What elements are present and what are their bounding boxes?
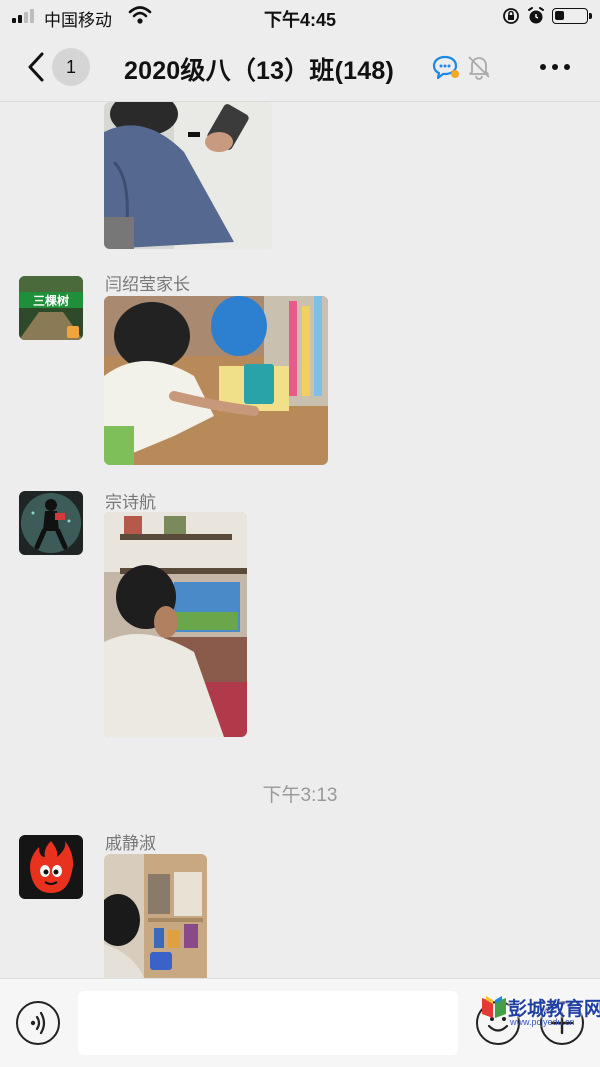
battery-icon xyxy=(552,8,592,24)
message-photo[interactable] xyxy=(104,296,328,465)
message-photo[interactable] xyxy=(104,512,247,737)
avatar[interactable]: 三棵树 xyxy=(19,276,83,340)
watermark-logo: 彭城教育网 www.pcjyedu.cn xyxy=(480,994,600,1034)
back-chevron-icon[interactable] xyxy=(22,50,52,84)
svg-text:三棵树: 三棵树 xyxy=(33,293,69,308)
more-dots-icon[interactable] xyxy=(538,64,572,72)
message-input[interactable] xyxy=(78,991,458,1055)
voice-icon xyxy=(30,1011,46,1035)
alarm-icon xyxy=(528,7,544,24)
watermark-book-icon xyxy=(482,996,506,1018)
sender-name: 戚静淑 xyxy=(105,834,156,853)
chat-title: 2020级八（13）班(148) xyxy=(124,57,394,85)
avatar[interactable] xyxy=(19,491,83,555)
mute-bell-icon xyxy=(468,56,490,80)
unread-count-badge[interactable]: 1 xyxy=(52,48,90,86)
message-photo[interactable] xyxy=(104,854,207,978)
avatar[interactable] xyxy=(19,835,83,899)
rotation-lock-icon xyxy=(503,8,519,24)
sender-name: 宗诗航 xyxy=(105,493,156,512)
chat-header: 1 2020级八（13）班(148) xyxy=(0,32,600,102)
chat-screen: 中国移动 下午4:45 1 2020级八（13）班(148) 三棵树 闫绍莹家长… xyxy=(0,0,600,1067)
watermark-url: www.pcjyedu.cn xyxy=(510,1017,575,1027)
sender-name: 闫绍莹家长 xyxy=(105,275,190,294)
message-timestamp: 下午3:13 xyxy=(262,785,338,806)
chat-bubble-icon xyxy=(432,55,459,80)
status-bar: 中国移动 下午4:45 xyxy=(0,0,600,32)
message-photo[interactable] xyxy=(104,102,272,249)
voice-input-button[interactable] xyxy=(16,1001,60,1045)
